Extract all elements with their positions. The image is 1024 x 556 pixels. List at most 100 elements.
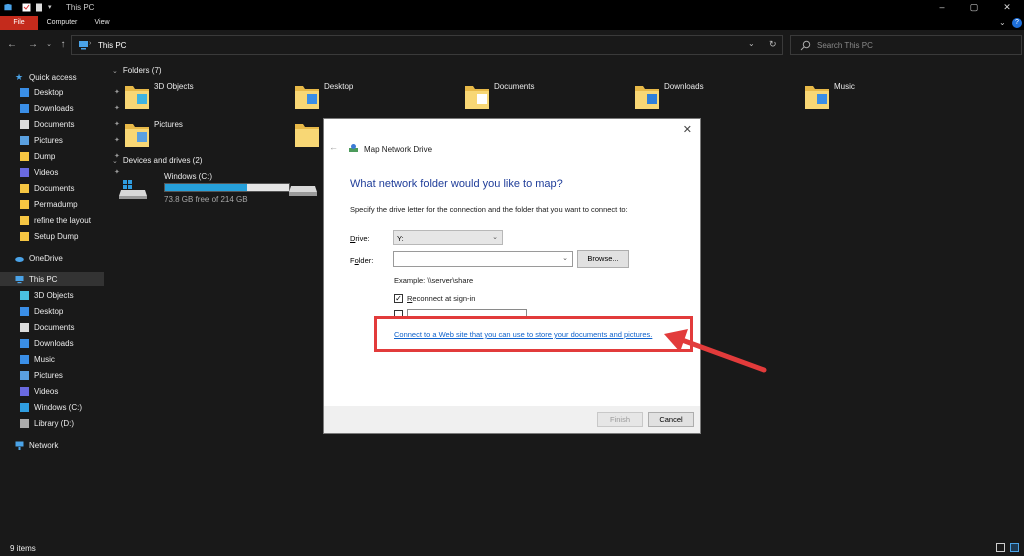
search-icon — [800, 40, 811, 51]
folder-tile[interactable]: Pictures — [108, 116, 268, 150]
cancel-button[interactable]: Cancel — [648, 412, 694, 427]
close-button[interactable]: ✕ — [1001, 1, 1013, 13]
folder-icon — [295, 124, 319, 147]
folder-example: Example: \\server\share — [394, 276, 474, 285]
minimize-button[interactable]: – — [936, 1, 948, 13]
forward-button[interactable]: → — [27, 39, 39, 51]
folder-icon — [20, 323, 29, 332]
folder-icon — [20, 355, 29, 364]
credentials-label-obscured — [407, 309, 527, 316]
address-row: ← → ⌄ ↑ › This PC ⌄ ↻ Search This PC — [0, 30, 1024, 60]
window-title: This PC — [66, 3, 95, 12]
annotation-arrow-icon — [664, 329, 767, 373]
finish-button[interactable]: Finish — [597, 412, 643, 427]
item-count: 9 items — [10, 544, 36, 553]
title-bar: ▾ This PC – ▢ ✕ — [0, 0, 1024, 16]
folder-tile[interactable]: Music — [788, 78, 948, 112]
library-drive-icon[interactable] — [288, 182, 318, 198]
navigation-pane: ★ Quick access Desktop ✦ Downloads ✦ Documen… — [0, 62, 120, 540]
annotation-highlight-box — [374, 316, 693, 352]
refresh-icon[interactable]: ↻ — [769, 39, 777, 50]
collapse-chevron-icon: ⌄ — [112, 158, 118, 165]
folder-tile[interactable]: 3D Objects — [108, 78, 268, 112]
folder-icon — [20, 200, 29, 209]
folder-icon — [20, 403, 29, 412]
folder-icon — [20, 168, 29, 177]
tab-computer[interactable]: Computer — [40, 16, 84, 30]
reconnect-checkbox[interactable]: ✓ — [394, 294, 403, 303]
computer-icon — [15, 276, 24, 284]
browse-button[interactable]: Browse... — [577, 250, 629, 268]
drive-c-tile[interactable]: Windows (C:) 73.8 GB free of 214 GB — [118, 172, 290, 206]
folder-icon — [20, 291, 29, 300]
drive-label: Drive: — [350, 234, 370, 243]
large-icons-view-icon[interactable] — [1010, 543, 1019, 552]
folder-icon — [20, 371, 29, 380]
help-icon[interactable]: ? — [1012, 18, 1022, 28]
folder-icon — [20, 120, 29, 129]
breadcrumb-chevron-icon[interactable]: › — [89, 40, 91, 47]
details-view-icon[interactable] — [996, 543, 1005, 552]
folder-icon — [20, 339, 29, 348]
drive-c-free: 73.8 GB free of 214 GB — [164, 195, 248, 204]
folder-icon — [20, 152, 29, 161]
drive-usage-fill — [165, 184, 247, 191]
folder-icon — [20, 88, 29, 97]
address-bar[interactable]: › This PC ⌄ ↻ — [71, 35, 783, 55]
folder-icon — [805, 86, 829, 109]
folder-icon — [125, 124, 149, 147]
search-box[interactable]: Search This PC — [790, 35, 1022, 55]
breadcrumb[interactable]: This PC — [98, 41, 126, 50]
recent-locations-icon[interactable]: ⌄ — [43, 39, 55, 51]
tab-file[interactable]: File — [0, 16, 38, 30]
drive-usage-bar — [164, 183, 290, 192]
star-icon: ★ — [15, 72, 24, 82]
app-icon — [4, 3, 12, 11]
up-button[interactable]: ↑ — [57, 39, 69, 51]
chevron-down-icon[interactable]: ⌄ — [562, 254, 568, 262]
dialog-title: Map Network Drive — [364, 145, 433, 154]
back-button[interactable]: ← — [6, 39, 18, 51]
folder-icon — [20, 419, 29, 428]
expand-ribbon-icon[interactable]: ⌄ — [999, 18, 1006, 27]
folder-tile[interactable]: Downloads — [618, 78, 778, 112]
new-folder-icon[interactable] — [35, 3, 43, 12]
folder-tile[interactable]: Desktop — [278, 78, 438, 112]
dialog-back-button[interactable]: ← — [329, 142, 338, 152]
ribbon-tabs: File Computer View ⌄ ? — [0, 16, 1024, 30]
folder-icon — [465, 86, 489, 109]
address-dropdown-icon[interactable]: ⌄ — [748, 39, 755, 48]
windows-drive-icon — [119, 180, 147, 199]
cloud-icon — [15, 257, 24, 262]
folder-icon — [20, 387, 29, 396]
tab-view[interactable]: View — [88, 16, 116, 30]
customize-quick-access-icon[interactable]: ▾ — [48, 3, 52, 12]
folder-icon — [20, 216, 29, 225]
folder-input[interactable]: ⌄ — [393, 251, 573, 267]
drive-select[interactable]: Y: ⌄ — [393, 230, 503, 245]
dialog-description: Specify the drive letter for the connect… — [350, 205, 628, 214]
status-bar: 9 items — [0, 540, 1024, 556]
devices-group-header[interactable]: ⌄ Devices and drives (2) — [112, 156, 202, 165]
reconnect-label: Reconnect at sign-in — [407, 294, 476, 303]
dialog-close-button[interactable]: ✕ — [683, 123, 692, 136]
folder-tile[interactable]: Documents — [448, 78, 608, 112]
network-drive-icon — [349, 144, 358, 152]
folder-icon — [20, 184, 29, 193]
folder-icon — [295, 86, 319, 109]
dialog-heading: What network folder would you like to ma… — [350, 178, 563, 190]
maximize-button[interactable]: ▢ — [968, 1, 980, 13]
search-input[interactable]: Search This PC — [817, 41, 873, 50]
folder-icon — [20, 104, 29, 113]
folder-label: Folder: — [350, 256, 374, 265]
properties-icon[interactable] — [22, 3, 31, 12]
dialog-footer: Finish Cancel — [324, 406, 700, 433]
collapse-chevron-icon: ⌄ — [112, 68, 118, 75]
folders-group-header[interactable]: ⌄ Folders (7) — [112, 66, 162, 75]
map-network-drive-dialog: ✕ ← Map Network Drive What network folde… — [323, 118, 701, 434]
folder-icon — [125, 86, 149, 109]
network-icon — [15, 441, 24, 450]
chevron-down-icon: ⌄ — [492, 234, 498, 241]
folder-icon — [635, 86, 659, 109]
this-pc-icon — [79, 41, 88, 50]
